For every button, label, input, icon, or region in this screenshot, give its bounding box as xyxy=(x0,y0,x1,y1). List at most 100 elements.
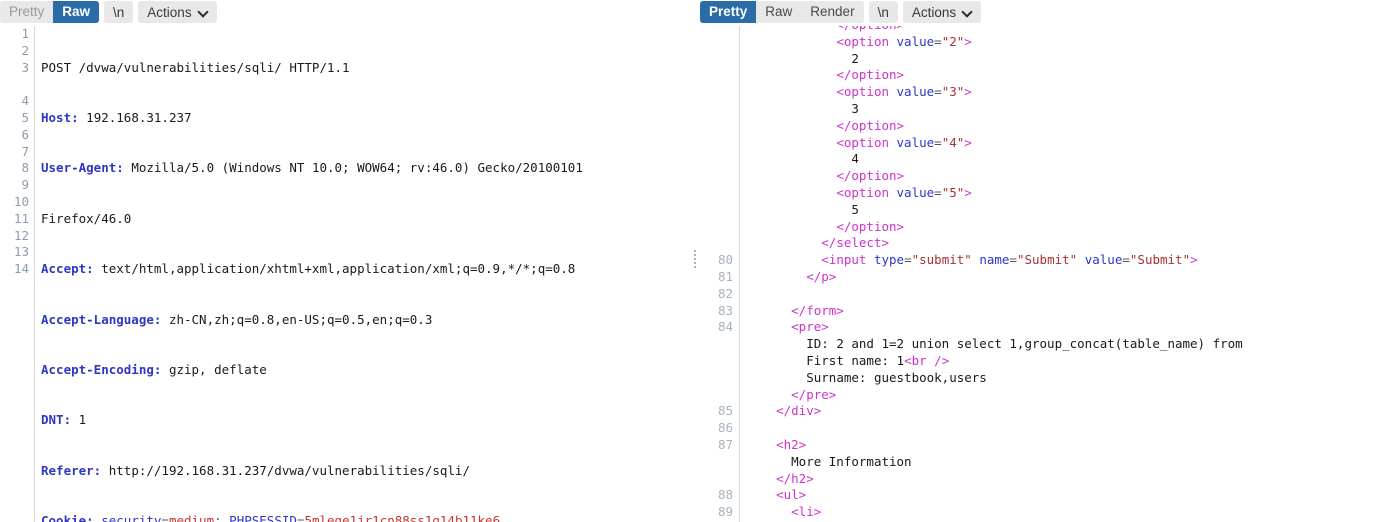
code-token: <option xyxy=(836,134,897,150)
code-line: ID: 2 and 1=2 union select 1,group_conca… xyxy=(746,336,1395,353)
code-token: "Submit" xyxy=(1129,252,1191,268)
request-code[interactable]: POST /dvwa/vulnerabilities/sqli/ HTTP/1.… xyxy=(41,26,690,522)
code-token: </option> xyxy=(836,168,905,184)
request-vertical-scrollbar[interactable] xyxy=(681,26,694,522)
line-number: 84 xyxy=(717,319,733,335)
line-number xyxy=(700,26,738,34)
response-newline-toggle[interactable]: \n xyxy=(868,1,898,23)
request-view-tabs[interactable]: Pretty Raw xyxy=(0,1,100,23)
chevron-down-icon xyxy=(199,7,208,16)
line-number: 83 xyxy=(717,302,733,318)
line-number xyxy=(700,51,738,68)
line-number: 14 xyxy=(13,261,29,277)
tab-request-pretty[interactable]: Pretty xyxy=(0,1,53,23)
line-number: 8 xyxy=(21,160,29,176)
response-editor[interactable]: 8081828384 858687 8889 </option> <option v… xyxy=(700,26,1395,522)
tab-response-raw[interactable]: Raw xyxy=(756,1,801,23)
header-name: Accept-Language: xyxy=(41,311,162,327)
code-line: Accept-Language: zh-CN,zh;q=0.8,en-US;q=… xyxy=(41,312,690,329)
line-number: 86 xyxy=(717,420,733,436)
response-actions-label: Actions xyxy=(911,4,957,20)
code-token: More Information xyxy=(791,453,912,469)
code-line: <option value="3"> xyxy=(746,84,1395,101)
code-line: 5 xyxy=(746,202,1395,219)
code-token: = xyxy=(934,84,942,100)
line-number xyxy=(700,101,738,118)
code-token: value xyxy=(896,184,935,200)
code-token: "3" xyxy=(941,84,965,100)
burp-repeater-message-editor: Pretty Raw \n Actions 1 2 3 4 5 6 7 8 9 … xyxy=(0,0,1395,522)
response-actions-button[interactable]: Actions xyxy=(902,1,982,23)
line-number: 2 xyxy=(21,42,29,58)
code-token: > xyxy=(964,134,972,150)
code-token: <pre> xyxy=(791,319,829,335)
response-panel: Pretty Raw Render \n Actions 80 81 82 83 84 8… xyxy=(700,0,1395,522)
code-line: 2 xyxy=(746,51,1395,68)
code-token: "5" xyxy=(941,184,965,200)
line-number xyxy=(700,219,738,236)
code-line: </option> xyxy=(746,219,1395,236)
code-line: </option> xyxy=(746,168,1395,185)
line-number xyxy=(700,202,738,219)
header-name: Cookie: xyxy=(41,513,94,522)
tab-request-raw[interactable]: Raw xyxy=(53,1,100,23)
code-token: </form> xyxy=(791,302,844,318)
response-view-tabs[interactable]: Pretty Raw Render xyxy=(700,1,864,23)
code-token: "submit" xyxy=(911,252,972,268)
line-number: 82 xyxy=(717,285,733,301)
request-method: POST xyxy=(41,59,72,75)
request-actions-button[interactable]: Actions xyxy=(138,1,217,23)
line-number: 13 xyxy=(13,244,29,260)
line-number xyxy=(700,118,738,135)
line-number xyxy=(0,76,34,93)
line-number: 1 xyxy=(21,26,29,41)
code-line-cookie: Cookie: security=medium; PHPSESSID=5mleg… xyxy=(41,513,690,522)
response-code[interactable]: </option> <option value="2"> 2 </option>… xyxy=(746,26,1395,519)
response-toolbar: Pretty Raw Render \n Actions xyxy=(700,0,1395,26)
code-token: Surname: guestbook,users xyxy=(806,369,987,385)
code-token: </option> xyxy=(836,26,904,32)
code-token: </option> xyxy=(836,117,905,133)
tab-response-pretty[interactable]: Pretty xyxy=(700,1,757,23)
line-number xyxy=(700,34,738,51)
line-number: 89 xyxy=(717,504,733,520)
header-name: Accept-Encoding: xyxy=(41,361,162,377)
code-token: "Submit" xyxy=(1016,252,1078,268)
line-number: 5 xyxy=(21,109,29,125)
code-token: > xyxy=(1190,252,1198,268)
code-line: </form> xyxy=(746,303,1395,320)
code-token: </option> xyxy=(836,67,905,83)
code-token: <input xyxy=(821,252,874,268)
code-token: <h2> xyxy=(776,436,807,452)
code-token: "4" xyxy=(941,134,965,150)
code-line-wrapped: Firefox/46.0 xyxy=(41,211,690,228)
line-number xyxy=(700,84,738,101)
header-value: 192.168.31.237 xyxy=(78,109,192,125)
code-line: First name: 1<br /> xyxy=(746,353,1395,370)
header-value: Mozilla/5.0 (Windows NT 10.0; WOW64; rv:… xyxy=(123,160,583,176)
code-line: POST /dvwa/vulnerabilities/sqli/ HTTP/1.… xyxy=(41,60,690,77)
request-newline-toggle[interactable]: \n xyxy=(104,1,134,23)
request-editor[interactable]: 1 2 3 4 5 6 7 8 9 10 11 12 13 14 POST /d… xyxy=(0,26,694,522)
line-number xyxy=(700,353,738,370)
header-name: Host: xyxy=(41,109,79,125)
code-line: </option> xyxy=(746,118,1395,135)
tab-response-render[interactable]: Render xyxy=(801,1,863,23)
code-token: value xyxy=(896,84,935,100)
code-token: value xyxy=(896,134,935,150)
vertical-drag-handle-icon[interactable] xyxy=(693,250,697,268)
code-line: <input type="submit" name="Submit" value… xyxy=(746,252,1395,269)
code-line: Surname: guestbook,users xyxy=(746,370,1395,387)
code-line: <pre> xyxy=(746,319,1395,336)
code-token: </select> xyxy=(821,235,889,251)
code-token: = xyxy=(1009,252,1017,268)
code-token: value xyxy=(896,33,935,49)
code-line: </h2> xyxy=(746,471,1395,488)
code-token: ID: 2 and 1=2 union select 1,group_conca… xyxy=(806,336,1243,352)
code-token: = xyxy=(1122,252,1130,268)
code-token: <li> xyxy=(791,504,822,520)
line-number: 3 xyxy=(21,59,29,75)
cookie-value: medium xyxy=(168,513,215,522)
code-line: DNT: 1 xyxy=(41,412,690,429)
